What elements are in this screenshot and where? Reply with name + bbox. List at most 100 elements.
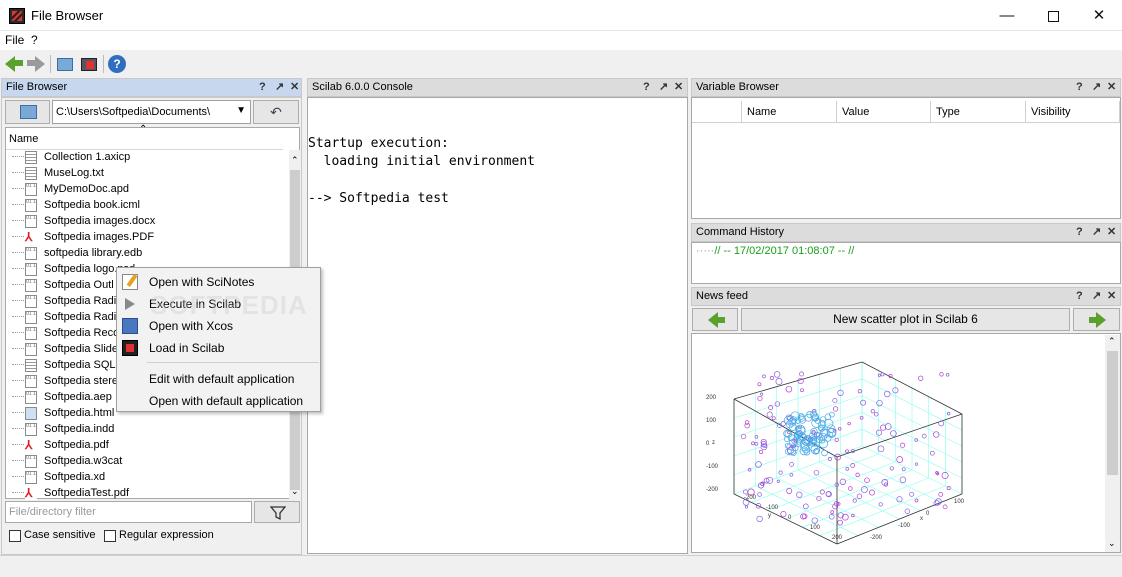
filter-button[interactable] <box>254 501 300 523</box>
name-column-header[interactable]: Name ⌃ <box>6 124 283 150</box>
panel-undock-icon[interactable]: ↗ <box>1092 79 1101 96</box>
file-name: MyDemoDoc.apd <box>44 183 129 195</box>
forward-button[interactable] <box>27 55 45 73</box>
news-scrollbar[interactable]: ⌃ ⌄ <box>1105 335 1120 552</box>
panel-close-icon[interactable]: ✕ <box>674 79 683 96</box>
file-icon: 01 10 01 <box>25 375 37 388</box>
col-value[interactable]: Value <box>837 101 931 123</box>
menu-help[interactable]: ? <box>31 33 38 47</box>
regex-checkbox[interactable] <box>104 530 116 542</box>
file-name: Softpedia.indd <box>44 423 115 435</box>
panel-undock-icon[interactable]: ↗ <box>659 79 668 96</box>
ctx-edit-default[interactable]: Edit with default application <box>117 368 320 390</box>
close-button[interactable]: ✕ <box>1076 0 1122 31</box>
menu-separator <box>147 362 319 363</box>
scroll-down-icon[interactable]: ⌄ <box>291 486 299 497</box>
file-name: Softpedia.html <box>44 407 115 419</box>
console-output[interactable]: Startup execution: loading initial envir… <box>307 97 688 554</box>
col-blank[interactable] <box>692 101 742 123</box>
minimize-button[interactable]: — <box>984 0 1030 31</box>
plot-tick-label: 100 <box>954 499 965 505</box>
scroll-up-icon[interactable]: ⌃ <box>1108 336 1116 347</box>
play-icon <box>122 296 138 312</box>
panel-help-icon[interactable]: ? <box>1076 79 1083 96</box>
menu-file[interactable]: File <box>5 33 24 47</box>
scroll-down-icon[interactable]: ⌄ <box>1108 538 1116 549</box>
panel-close-icon[interactable]: ✕ <box>290 79 299 96</box>
panel-help-icon[interactable]: ? <box>1076 224 1083 241</box>
scatter-point <box>852 498 857 503</box>
toolbar-separator <box>50 55 51 73</box>
scatter-point <box>768 405 774 411</box>
path-combobox[interactable]: C:\Users\Softpedia\Documents\ ▼ <box>52 100 251 124</box>
help-button[interactable]: ? <box>108 55 126 73</box>
open-folder-button[interactable] <box>56 55 74 73</box>
panel-help-icon[interactable]: ? <box>1076 288 1083 305</box>
file-name: Softpedia stere <box>44 375 118 387</box>
back-button[interactable] <box>5 55 23 73</box>
file-icon: 01 10 01 <box>25 183 37 196</box>
folder-icon <box>20 105 37 119</box>
scroll-thumb[interactable] <box>1107 351 1118 475</box>
panel-close-icon[interactable]: ✕ <box>1107 79 1116 96</box>
scatter-point <box>880 372 885 377</box>
tree-line <box>12 245 26 253</box>
news-headline-button[interactable]: New scatter plot in Scilab 6 <box>741 308 1070 331</box>
panel-help-icon[interactable]: ? <box>643 79 650 96</box>
scatter-point <box>780 421 786 427</box>
news-next-button[interactable] <box>1073 308 1120 331</box>
col-type[interactable]: Type <box>931 101 1026 123</box>
file-name: Softpedia SQL. <box>44 359 119 371</box>
scatter-point <box>845 467 850 471</box>
ctx-open-default[interactable]: Open with default application <box>117 390 320 412</box>
file-browser-title: File Browser <box>6 81 68 93</box>
tree-line <box>12 149 26 157</box>
scatter-point <box>939 372 944 377</box>
scatter-point <box>744 505 749 509</box>
panel-undock-icon[interactable]: ↗ <box>275 79 284 96</box>
file-icon: 01 10 01 <box>25 327 37 340</box>
panel-undock-icon[interactable]: ↗ <box>1092 224 1101 241</box>
scatter-point <box>847 421 851 426</box>
filter-input[interactable]: File/directory filter <box>5 501 252 523</box>
plot-tick-label: 0 <box>706 441 710 447</box>
tree-line <box>12 229 26 237</box>
case-sensitive-label: Case sensitive <box>24 529 96 541</box>
panel-help-icon[interactable]: ? <box>259 79 266 96</box>
scroll-up-icon[interactable]: ⌃ <box>291 155 299 166</box>
go-path-button[interactable]: ↶ <box>253 100 299 124</box>
file-icon: 01 10 01 <box>25 343 37 356</box>
folder-icon <box>57 58 73 71</box>
ctx-load-scilab[interactable]: Load in Scilab <box>117 337 320 359</box>
news-feed-header: News feed ? ↗ ✕ <box>691 287 1121 306</box>
scatter-point <box>762 374 766 379</box>
plot-tick-label: -100 <box>706 464 719 470</box>
col-name[interactable]: Name <box>742 101 837 123</box>
case-sensitive-checkbox[interactable] <box>9 530 21 542</box>
panel-close-icon[interactable]: ✕ <box>1107 288 1116 305</box>
context-menu: Open with SciNotes Execute in Scilab Ope… <box>116 267 321 412</box>
scatter-point <box>921 433 927 439</box>
file-name: SoftpediaTest.pdf <box>44 487 130 499</box>
news-feed-title: News feed <box>696 290 748 302</box>
browse-folder-button[interactable] <box>5 100 50 124</box>
panel-close-icon[interactable]: ✕ <box>1107 224 1116 241</box>
scatter-point <box>889 466 894 471</box>
scilab-home-button[interactable] <box>80 55 98 73</box>
file-name: Softpedia.aep <box>44 391 112 403</box>
scatter-point <box>864 477 870 483</box>
panel-undock-icon[interactable]: ↗ <box>1092 288 1101 305</box>
maximize-button[interactable] <box>1030 0 1076 31</box>
scatter-point <box>873 411 879 417</box>
title-bar: File Browser — ✕ <box>0 0 1122 31</box>
scatter-point <box>801 513 808 520</box>
scatter-point <box>771 416 776 421</box>
history-entry[interactable]: ·····// -- 17/02/2017 01:08:07 -- // <box>696 245 854 257</box>
toolbar-separator <box>103 55 104 73</box>
toolbar: ? <box>0 51 1122 77</box>
news-prev-button[interactable] <box>692 308 738 331</box>
tree-line <box>12 181 26 189</box>
tree-line <box>12 389 26 397</box>
tree-line <box>12 309 26 317</box>
col-visibility[interactable]: Visibility <box>1026 101 1120 123</box>
